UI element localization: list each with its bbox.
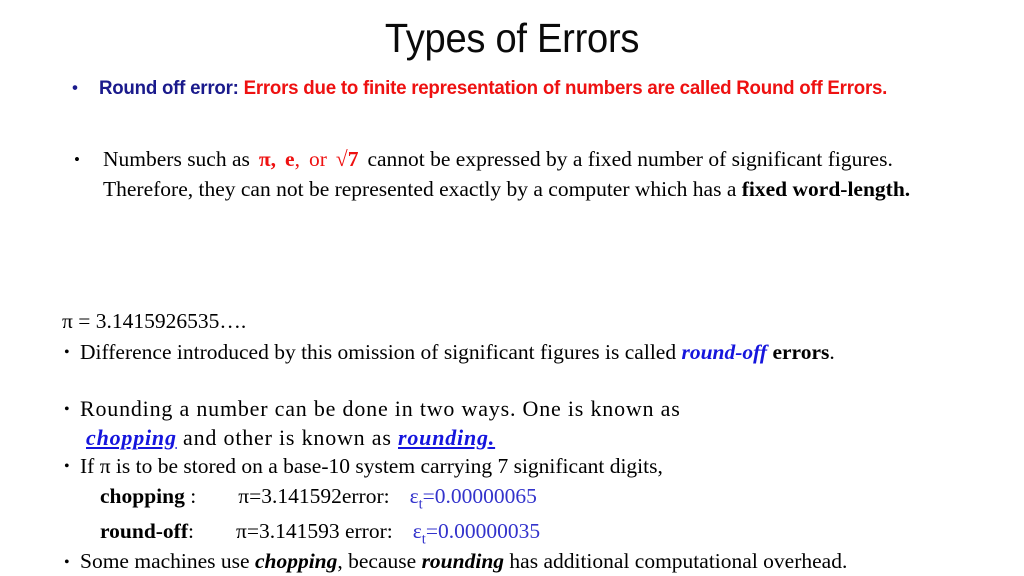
bullet-difference-introduced: • Difference introduced by this omission… — [64, 339, 934, 365]
bullet-glyph: • — [64, 458, 70, 475]
irrational-numbers-text: Numbers such as π, e, or √7 cannot be express… — [74, 144, 914, 204]
rounding-line-1: Rounding a number can be done in two way… — [80, 396, 681, 421]
epsilon-symbol: ε — [412, 518, 422, 543]
chopping-pi-expression: π=3.141592 — [238, 484, 342, 508]
bullet-glyph: • — [64, 554, 70, 571]
table-row: chopping : π=3.141592error: εt=0.00000065 — [100, 483, 540, 518]
bullet-glyph: • — [74, 150, 80, 169]
chopping-row-label: chopping — [100, 484, 185, 508]
error-comparison-table: chopping : π=3.141592error: εt=0.00000065 … — [100, 483, 540, 553]
chopping-error-number: =0.00000065 — [422, 484, 537, 508]
some-machines-part3: has additional computational overhead. — [504, 549, 848, 573]
chopping-row-sep: : — [190, 484, 197, 508]
chopping-emphasis: chopping — [254, 549, 338, 573]
bullet-round-off-error: • Round off error: Errors due to finite … — [72, 74, 919, 102]
epsilon-symbol: ε — [409, 484, 419, 508]
difference-text: Difference introduced by this omission o… — [64, 339, 934, 365]
chopping-error-label: error: — [341, 484, 390, 508]
if-pi-stored-text: If π is to be stored on a base-10 system… — [80, 454, 663, 478]
difference-before: Difference introduced by this omission o… — [80, 340, 682, 364]
difference-after: . — [829, 340, 835, 364]
round-off-pi-expression: π=3.141593 — [236, 518, 340, 543]
round-off-emphasis: round-off — [681, 340, 768, 364]
some-machines-text: Some machines use chopping, because roun… — [64, 548, 964, 575]
bullet-glyph: • — [64, 401, 70, 418]
round-off-error-label: Round off error: — [98, 77, 239, 99]
fixed-word-length-emphasis: fixed word-length. — [741, 177, 911, 201]
bullet-some-machines: • Some machines use chopping, because ro… — [64, 548, 964, 575]
bullet-glyph: • — [64, 344, 70, 361]
errors-emphasis: errors — [772, 340, 830, 364]
chopping-emphasis: chopping — [86, 425, 177, 450]
round-off-error-definition: Errors due to finite representation of n… — [243, 77, 888, 99]
round-off-row-sep: : — [188, 518, 194, 543]
round-off-error-label: error: — [344, 518, 393, 543]
round-off-error-number: =0.00000035 — [425, 518, 541, 543]
some-machines-part2: , because — [337, 549, 422, 573]
rounding-emphasis: rounding — [398, 425, 489, 450]
rounding-emphasis: rounding — [421, 549, 505, 573]
round-off-error-text: Round off error: Errors due to finite re… — [74, 74, 919, 102]
bullet-if-pi-stored: • If π is to be stored on a base-10 syst… — [64, 453, 964, 479]
symbol-or: or — [308, 147, 327, 171]
round-off-error-value: εt=0.00000035 — [412, 518, 541, 547]
slide-canvas: Types of Errors • Round off error: Error… — [0, 0, 1024, 576]
bullet-glyph: • — [72, 78, 78, 97]
page-title: Types of Errors — [384, 15, 640, 61]
symbol-pi: π, — [258, 147, 277, 171]
symbol-root-seven: √7 — [335, 147, 359, 171]
bullet-irrational-numbers: • Numbers such as π, e, or √7 cannot be expre… — [74, 144, 914, 204]
round-off-row-label: round-off — [100, 518, 189, 543]
bullet-rounding-ways: • Rounding a number can be done in two w… — [64, 394, 964, 452]
some-machines-part1: Some machines use — [80, 549, 255, 573]
symbol-e: e — [285, 147, 295, 171]
chopping-error-value: εt=0.00000065 — [409, 484, 537, 512]
rounding-mid: and other is known as — [176, 425, 399, 450]
pi-value-line: π = 3.1415926535…. — [62, 309, 247, 333]
rounding-line-2: chopping and other is known as rounding. — [64, 423, 964, 452]
rounding-period: . — [488, 425, 496, 450]
symbol-e-comma: , — [294, 147, 300, 171]
numbers-lead: Numbers such as — [103, 147, 250, 171]
